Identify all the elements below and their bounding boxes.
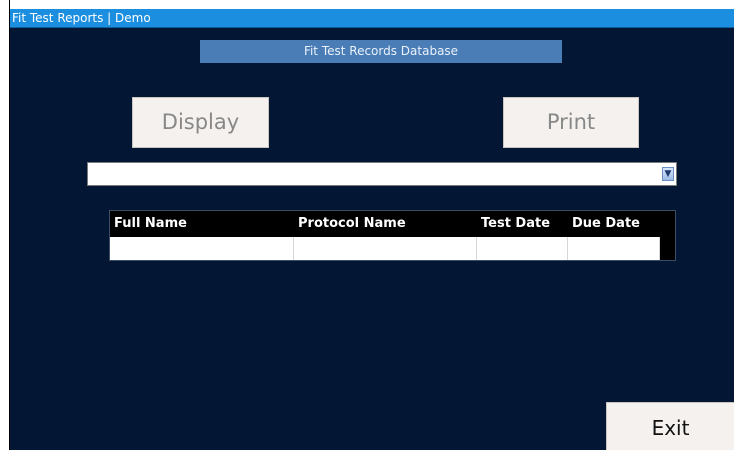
table-cell-protocol-name[interactable] [294, 237, 477, 260]
window-title: Fit Test Reports | Demo [12, 11, 151, 25]
app-window: Fit Test Reports | Demo Fit Test Records… [10, 9, 734, 450]
records-table: Full Name Protocol Name Test Date Due Da… [109, 210, 676, 261]
column-header-protocol-name[interactable]: Protocol Name [294, 211, 477, 237]
table-row[interactable] [110, 237, 660, 260]
database-title-banner: Fit Test Records Database [200, 40, 562, 63]
table-cell-full-name[interactable] [110, 237, 294, 260]
window-titlebar[interactable]: Fit Test Reports | Demo [10, 9, 734, 28]
column-header-due-date[interactable]: Due Date [568, 211, 660, 237]
table-cell-test-date[interactable] [477, 237, 568, 260]
screen: Fit Test Reports | Demo Fit Test Records… [0, 0, 734, 450]
column-header-full-name[interactable]: Full Name [110, 211, 294, 237]
record-dropdown[interactable]: ▼ [87, 162, 677, 186]
table-header-row: Full Name Protocol Name Test Date Due Da… [110, 211, 675, 237]
database-title: Fit Test Records Database [303, 44, 459, 58]
print-button[interactable]: Print [503, 97, 639, 148]
exit-button[interactable]: Exit [606, 402, 734, 450]
column-header-test-date[interactable]: Test Date [477, 211, 568, 237]
chevron-down-icon[interactable]: ▼ [662, 167, 674, 181]
table-cell-due-date[interactable] [568, 237, 660, 260]
display-button[interactable]: Display [132, 97, 269, 148]
